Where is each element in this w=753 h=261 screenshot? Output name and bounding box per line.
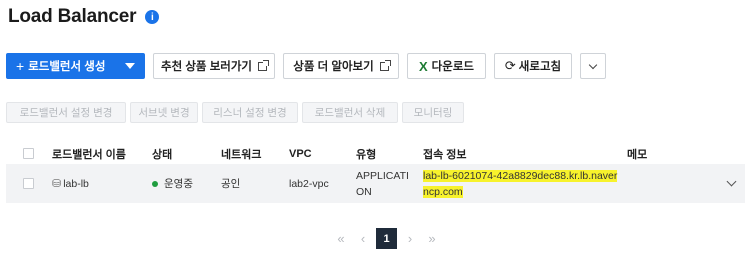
last-page-button[interactable]: » (421, 231, 443, 246)
status-text: 운영중 (164, 178, 193, 190)
column-header-endpoint[interactable]: 접속 정보 (423, 143, 467, 164)
monitoring-button[interactable]: 모니터링 (402, 102, 464, 123)
row-expand-toggle[interactable] (726, 164, 737, 203)
select-all-checkbox-cell (23, 143, 34, 164)
change-subnet-button[interactable]: 서브넷 변경 (130, 102, 198, 123)
page-header: Load Balancer i (8, 6, 160, 28)
row-checkbox-cell (23, 164, 34, 203)
next-page-button[interactable]: › (399, 231, 421, 246)
external-link-icon (258, 59, 270, 71)
toolbar: + 로드밸런서 생성 추천 상품 보러가기 상품 더 알아보기 X 다운로드 ⟳… (6, 53, 606, 79)
endpoint-text[interactable]: lab-lb-6021074-42a8829dec88.kr.lb.navern… (423, 169, 618, 198)
help-badge-icon[interactable]: i (145, 10, 160, 24)
download-button[interactable]: X 다운로드 (407, 53, 486, 79)
column-header-memo[interactable]: 메모 (627, 143, 647, 164)
create-load-balancer-button[interactable]: + 로드밸런서 생성 (6, 53, 145, 79)
external-link-icon (379, 59, 391, 71)
delete-lb-button[interactable]: 로드밸런서 삭제 (302, 102, 398, 123)
endpoint-cell: lab-lb-6021074-42a8829dec88.kr.lb.navern… (423, 164, 619, 203)
refresh-icon: ⟳ (504, 58, 516, 73)
column-header-network[interactable]: 네트워크 (221, 143, 261, 164)
type-cell: APPLICATION (356, 164, 414, 203)
select-all-checkbox[interactable] (23, 148, 34, 159)
first-page-button[interactable]: « (330, 231, 352, 246)
recommend-products-button[interactable]: 추천 상품 보러가기 (153, 53, 275, 79)
prev-page-button[interactable]: ‹ (352, 231, 374, 246)
chevron-down-icon (588, 60, 598, 69)
refresh-label: 새로고침 (518, 61, 562, 73)
row-checkbox[interactable] (23, 178, 34, 189)
column-header-name[interactable]: 로드밸런서 이름 (52, 143, 126, 164)
plus-icon: + (16, 58, 25, 74)
pagination: « ‹ 1 › » (330, 228, 443, 249)
excel-icon: X (419, 58, 428, 74)
action-bar: 로드밸런서 설정 변경 서브넷 변경 리스너 설정 변경 로드밸런서 삭제 모니… (6, 102, 468, 123)
page-number-current[interactable]: 1 (376, 228, 397, 249)
refresh-button[interactable]: ⟳ 새로고침 (494, 53, 572, 79)
change-lb-settings-button[interactable]: 로드밸런서 설정 변경 (6, 102, 126, 123)
lb-name[interactable]: lab-lb (63, 178, 89, 190)
network-cell: 공인 (221, 178, 241, 190)
more-options-button[interactable] (580, 53, 606, 79)
vpc-cell: lab2-vpc (289, 177, 329, 190)
type-text: APPLICATION (356, 169, 409, 198)
table-header: 로드밸런서 이름 상태 네트워크 VPC 유형 접속 정보 메모 (6, 143, 745, 164)
caret-down-icon (125, 63, 135, 69)
chevron-down-icon (726, 176, 737, 187)
database-icon: ⛁ (52, 178, 62, 190)
recommend-label: 추천 상품 보러가기 (160, 61, 253, 73)
column-header-type[interactable]: 유형 (356, 143, 376, 164)
status-cell: 운영중 (152, 164, 193, 203)
change-listener-button[interactable]: 리스너 설정 변경 (202, 102, 298, 123)
name-cell: ⛁ lab-lb (52, 164, 89, 203)
learn-more-label: 상품 더 알아보기 (293, 61, 374, 73)
learn-more-button[interactable]: 상품 더 알아보기 (283, 53, 399, 79)
download-label: 다운로드 (431, 61, 474, 73)
page-title: Load Balancer (8, 6, 137, 27)
status-running-icon (152, 180, 158, 187)
column-header-vpc[interactable]: VPC (289, 143, 312, 164)
column-header-status[interactable]: 상태 (152, 143, 172, 164)
create-label: 로드밸런서 생성 (28, 61, 106, 73)
table-row[interactable]: ⛁ lab-lb 운영중 공인 lab2-vpc APPLICATION lab… (6, 164, 745, 203)
